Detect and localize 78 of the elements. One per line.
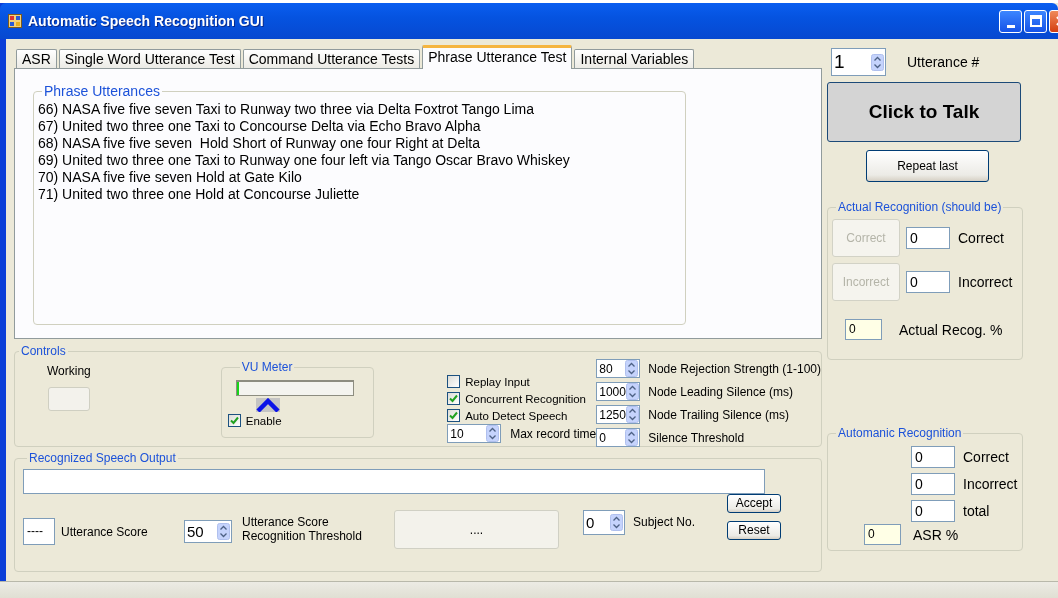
number-spinner[interactable]: 1000 [596,382,641,401]
phrase-line: 68) NASA five five seven Hold Short of Runway one four Right at Delta [38,135,481,152]
checkbox[interactable] [447,392,461,405]
text-field[interactable]: 0 [911,446,955,468]
checkbox[interactable] [447,409,461,422]
pointer-icon [255,398,280,412]
field-label: ASR % [913,526,959,543]
field-label: Utterance Score Recognition Threshold [242,514,363,543]
status-button[interactable]: .... [394,510,559,549]
spin-arrows-icon [217,523,230,540]
checkbox-label: Replay Input [465,375,530,388]
number-spinner[interactable]: 0 [583,510,625,535]
text-field[interactable]: 0 [911,500,955,522]
app-icon [8,14,22,28]
phrase-line: 66) NASA five five seven Taxi to Runway two three via Delta Foxtrot Tango Lima [38,101,535,118]
phrase-line: 70) NASA five five seven Hold at Gate Kilo [38,169,303,186]
field-label: Utterance Score [61,524,149,539]
text-field[interactable] [23,469,765,494]
field-label: Max record time [510,426,597,441]
talk-button[interactable]: Click to Talk [827,82,1021,142]
number-spinner[interactable]: 1250 [596,405,641,424]
checkbox-label: Enable [245,414,282,427]
repeat-button[interactable]: Repeat last [866,150,989,182]
text-field[interactable]: ---- [23,518,55,545]
number-spinner[interactable]: 1 [831,48,886,76]
field-label: total [963,503,990,519]
window-title: Automatic Speech Recognition GUI [28,13,264,29]
tab[interactable]: Internal Variables [574,49,695,68]
checkbox[interactable] [447,375,461,388]
text-field[interactable]: 0 [845,319,882,340]
group-title: Phrase Utterances [43,83,161,99]
group-title: Automanic Recognition [837,426,963,440]
number-spinner[interactable]: 80 [596,359,641,378]
checkbox-label: Auto Detect Speech [465,409,568,422]
field-label: Silence Threshold [648,430,745,445]
number-spinner[interactable]: 50 [184,520,232,543]
spin-arrows-icon [871,53,884,71]
field-label: Incorrect [963,476,1018,492]
field-label: Actual Recog. % [899,321,1003,338]
tab[interactable]: Phrase Utterance Test [422,45,573,69]
checkbox-label: Concurrent Recognition [465,392,587,405]
field-label: Node Rejection Strength (1-100) [648,361,821,376]
text-field[interactable]: 0 [864,524,901,545]
phrase-line: 67) United two three one Taxi to Concourse Delta via Echo Bravo Alpha [38,118,482,135]
group-title: VU Meter [240,360,294,374]
tab[interactable]: Single Word Utterance Test [58,49,241,68]
spin-arrows-icon [625,406,639,423]
spin-arrows-icon [625,429,639,446]
button[interactable]: Reset [727,520,781,540]
tab[interactable]: ASR [16,49,57,68]
spin-arrows-icon [610,514,623,531]
minimize-button[interactable] [999,9,1022,33]
phrase-line: 71) United two three one Hold at Concourse Juliette [38,186,361,203]
button[interactable]: Accept [727,493,781,513]
field-label: Correct [963,449,1009,465]
spin-arrows-icon [486,425,500,442]
number-spinner[interactable]: 0 [596,428,641,447]
group-title: Actual Recognition (should be) [837,200,1003,214]
status-indicator [47,387,90,411]
spin-arrows-icon [625,360,639,377]
minimize-icon [1006,24,1015,28]
phrase-line: 69) United two three one Taxi to Runway one four left via Tango Oscar Bravo Whiskey [38,152,571,169]
field-label: Node Trailing Silence (ms) [648,407,789,422]
tab[interactable]: Command Utterance Tests [242,49,421,68]
spin-arrows-icon [625,383,639,400]
field-label: Subject No. [633,514,697,529]
field-label: Correct [958,230,1004,246]
field-label: Incorrect [958,274,1013,290]
maximize-button[interactable] [1024,9,1047,33]
group-title: Controls [20,344,67,358]
number-spinner[interactable]: 10 [447,424,502,443]
field-label: Node Leading Silence (ms) [648,384,793,399]
group-title: Recognized Speech Output [28,451,177,465]
maximize-icon [1029,15,1042,27]
field-label: Utterance # [907,54,980,70]
text-field[interactable]: 0 [911,473,955,495]
checkbox[interactable] [227,414,241,427]
status-label: Working [46,364,91,378]
